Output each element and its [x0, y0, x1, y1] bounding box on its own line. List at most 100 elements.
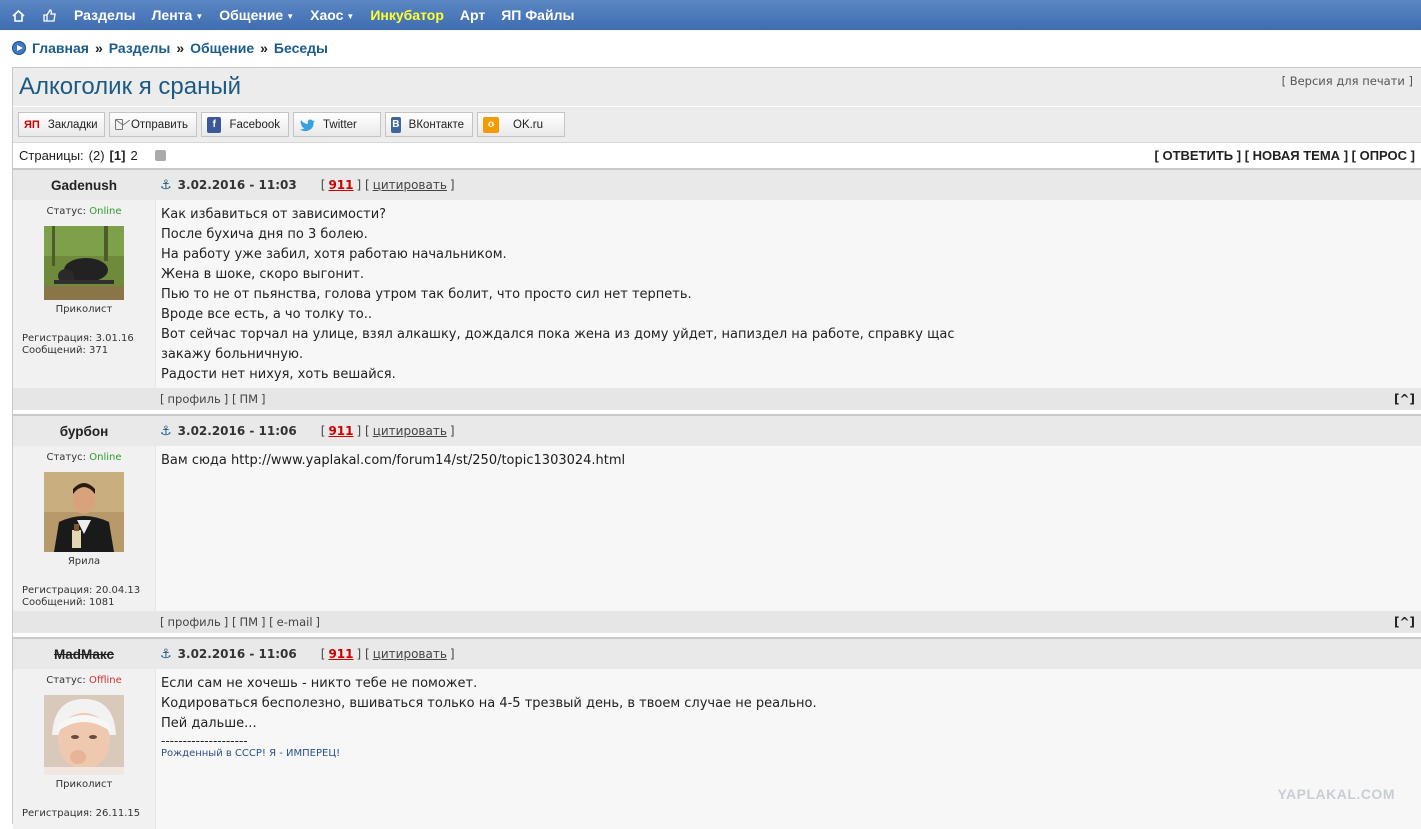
profile-link[interactable]: профиль	[168, 392, 221, 406]
nav-item-sections[interactable]: Разделы	[74, 7, 136, 23]
post-line: Пей дальше...	[161, 716, 257, 731]
post: бурбон ⚓ 3.02.2016 - 11:06 [911] [цитиро…	[13, 414, 1421, 633]
post-line: Жена в шоке, скоро выгонит.	[161, 267, 365, 282]
user-status: Статус: Online	[13, 206, 155, 217]
author-link[interactable]: бурбон	[60, 424, 108, 439]
post: Gadenush ⚓ 3.02.2016 - 11:03 [911] [цити…	[13, 168, 1421, 410]
post-line: Пью то не от пьянства, голова утром так …	[161, 287, 692, 302]
share-label: Twitter	[323, 118, 357, 131]
avatar[interactable]	[44, 226, 124, 300]
pm-link[interactable]: ПМ	[239, 392, 258, 406]
nav-item-files[interactable]: ЯП Файлы	[501, 7, 574, 23]
bookmarks-button[interactable]: ЯП Закладки	[18, 112, 105, 137]
nav-item-art[interactable]: Арт	[460, 7, 485, 23]
post-author: MadМакс	[13, 647, 155, 662]
author-link[interactable]: MadМакс	[54, 647, 114, 662]
avatar[interactable]	[44, 472, 124, 552]
post-meta: ⚓ 3.02.2016 - 11:06 [911] [цитировать]	[160, 423, 455, 439]
send-button[interactable]: Отправить	[109, 112, 197, 137]
post-content: Если сам не хочешь - никто тебе не помож…	[155, 669, 1421, 829]
reply-button[interactable]: ОТВЕТИТЬ	[1162, 148, 1233, 163]
pages-count: (2)	[88, 148, 105, 163]
user-rank: Приколист	[55, 779, 113, 790]
nav-item-feed[interactable]: Лента ▼	[152, 7, 204, 23]
nav-label: Хаос	[310, 7, 344, 23]
post-line: После бухича дня по 3 болею.	[161, 227, 368, 242]
nav-label: Арт	[459, 7, 486, 23]
breadcrumb-sections[interactable]: Разделы	[109, 40, 171, 56]
current-page: [1]	[109, 148, 126, 163]
home-icon[interactable]	[12, 9, 25, 22]
user-stats: Регистрация: 3.01.16 Сообщений: 371	[13, 333, 155, 357]
user-stats: Регистрация: 20.04.13 Сообщений: 1081	[13, 585, 155, 609]
pm-link[interactable]: ПМ	[239, 615, 258, 629]
share-bar: ЯП Закладки Отправить f Facebook Twitter…	[13, 106, 1421, 142]
ok-button[interactable]: o OK.ru	[477, 112, 565, 137]
anchor-icon[interactable]: ⚓	[160, 178, 172, 193]
topic-header: Алкоголик я сраный [ Версия для печати ]	[13, 68, 1421, 106]
vk-button[interactable]: B ВКонтакте	[385, 112, 473, 137]
pages-label[interactable]: Страницы:	[19, 148, 84, 163]
breadcrumb-communication[interactable]: Общение	[190, 40, 254, 56]
quote-link[interactable]: цитировать	[373, 647, 447, 661]
status-value: Offline	[88, 675, 122, 686]
post-line: Если сам не хочешь - никто тебе не помож…	[161, 676, 478, 691]
anchor-icon[interactable]: ⚓	[160, 647, 172, 662]
chevron-down-icon: ▼	[286, 11, 295, 21]
pagination-bar: Страницы: (2) [1] 2 [ ОТВЕТИТЬ ] [ НОВАЯ…	[13, 142, 1421, 168]
user-stats: Регистрация: 26.11.15	[13, 808, 155, 820]
post-date: 3.02.2016 - 11:03	[177, 178, 297, 192]
share-label: Facebook	[229, 118, 280, 131]
post-rating[interactable]: 911	[328, 424, 353, 438]
topic-actions: [ ОТВЕТИТЬ ] [ НОВАЯ ТЕМА ] [ ОПРОС ]	[1154, 148, 1415, 163]
user-registered: Регистрация: 20.04.13	[22, 585, 141, 596]
author-link[interactable]: Gadenush	[51, 178, 117, 193]
status-label: Статус:	[46, 206, 87, 217]
user-registered: Регистрация: 26.11.15	[22, 808, 141, 819]
print-version: [ Версия для печати ]	[1281, 74, 1413, 88]
share-label: Отправить	[130, 118, 188, 131]
twitter-button[interactable]: Twitter	[293, 112, 381, 137]
post-rating[interactable]: 911	[328, 178, 353, 192]
scroll-top-button[interactable]: [^]	[1394, 392, 1421, 406]
facebook-button[interactable]: f Facebook	[201, 112, 289, 137]
breadcrumb-home[interactable]: Главная	[32, 40, 89, 56]
post-footer: [профиль] [ПМ] [e-mail] [^]	[13, 611, 1421, 633]
user-rank: Ярила	[67, 556, 101, 567]
mail-icon	[115, 119, 130, 130]
profile-link[interactable]: профиль	[168, 615, 221, 629]
poll-button[interactable]: ОПРОС	[1360, 148, 1407, 163]
page-jump-icon[interactable]	[154, 150, 166, 161]
author-profile: Статус: Online Ярила Регистрация: 20.04.…	[13, 446, 155, 611]
quote-link[interactable]: цитировать	[373, 424, 447, 438]
twitter-icon	[299, 117, 315, 133]
page-2-link[interactable]: 2	[130, 148, 137, 163]
post-body: Статус: Online Приколист Регистрация: 3.…	[13, 200, 1421, 388]
print-version-link[interactable]: Версия для печати	[1290, 74, 1405, 88]
quote-link[interactable]: цитировать	[373, 178, 447, 192]
nav-label: Лента	[151, 7, 193, 23]
post-footer-links: [профиль] [ПМ]	[160, 392, 266, 406]
post-header: MadМакс ⚓ 3.02.2016 - 11:06 [911] [цитир…	[13, 639, 1421, 669]
anchor-icon[interactable]: ⚓	[160, 424, 172, 439]
post-meta: ⚓ 3.02.2016 - 11:03 [911] [цитировать]	[160, 177, 455, 193]
post-rating[interactable]: 911	[328, 647, 353, 661]
post-body: Статус: Offline Приколист Регистрация: 2…	[13, 669, 1421, 829]
scroll-top-button[interactable]: [^]	[1394, 615, 1421, 629]
nav-item-incubator[interactable]: Инкубатор	[370, 7, 444, 23]
nav-item-communication[interactable]: Общение ▼	[219, 7, 294, 23]
avatar[interactable]	[44, 695, 124, 775]
nav-item-chaos[interactable]: Хаос ▼	[310, 7, 354, 23]
post-text: Вам сюда	[161, 453, 232, 468]
top-navigation: Разделы Лента ▼ Общение ▼ Хаос ▼ Инкубатор …	[0, 0, 1421, 30]
new-topic-button[interactable]: НОВАЯ ТЕМА	[1253, 148, 1340, 163]
thumbs-up-icon[interactable]	[43, 8, 56, 22]
post-link[interactable]: http://www.yaplakal.com/forum14/st/250/t…	[231, 453, 625, 468]
post-line: Кодироваться бесполезно, вшиваться тольк…	[161, 696, 817, 711]
post-header: бурбон ⚓ 3.02.2016 - 11:06 [911] [цитиро…	[13, 416, 1421, 446]
post-date: 3.02.2016 - 11:06	[177, 424, 297, 438]
share-label: ВКонтакте	[408, 118, 464, 131]
email-link[interactable]: e-mail	[277, 615, 313, 629]
breadcrumb-talks[interactable]: Беседы	[274, 40, 328, 56]
signature-separator: --------------------	[161, 734, 248, 748]
